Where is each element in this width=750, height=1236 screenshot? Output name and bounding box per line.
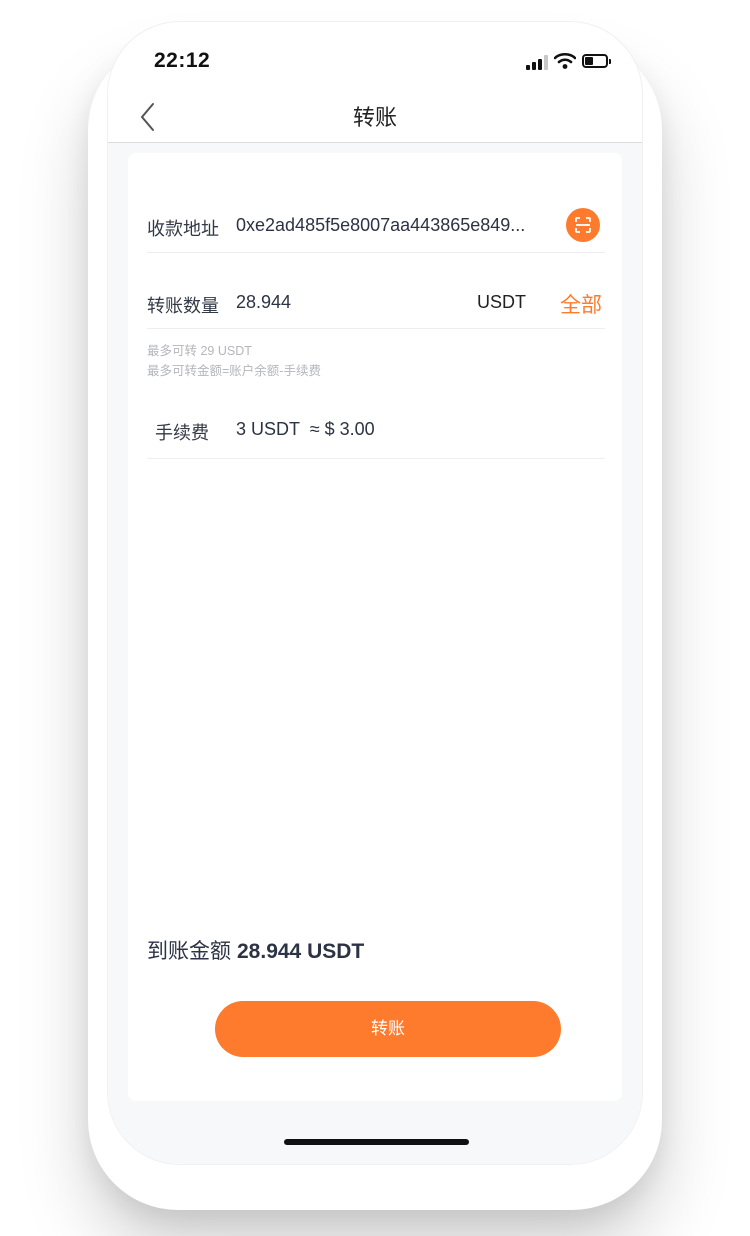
phone-frame: 22:12 转账 收款地址 0xe2ad485f5e8007aa443865e8… (108, 22, 642, 1164)
amount-input[interactable]: 28.944 (236, 292, 291, 313)
wifi-icon (554, 52, 576, 69)
transfer-formula-hint: 最多可转金额=账户余额-手续费 (147, 364, 321, 378)
address-input[interactable]: 0xe2ad485f5e8007aa443865e849... (236, 215, 525, 236)
scan-button[interactable] (566, 208, 600, 242)
amount-unit: USDT (477, 292, 526, 312)
fee-label: 手续费 (155, 423, 209, 443)
all-amount-button[interactable]: 全部 (560, 289, 602, 319)
scan-icon (575, 217, 591, 233)
battery-icon (582, 54, 611, 68)
amount-label: 转账数量 (147, 296, 219, 316)
page-title: 转账 (352, 105, 397, 130)
address-label: 收款地址 (147, 219, 219, 239)
transfer-submit-button[interactable]: 转账 (215, 1001, 561, 1057)
home-indicator (284, 1139, 469, 1145)
fee-row: 手续费 3 USDT ≈ $ 3.00 (147, 386, 605, 459)
transfer-form-card: 收款地址 0xe2ad485f5e8007aa443865e849... 转账数… (128, 153, 622, 1101)
status-time: 22:12 (154, 49, 211, 72)
fee-value: 3 USDT ≈ $ 3.00 (236, 419, 375, 439)
signal-icon (526, 55, 548, 70)
received-amount-value: 28.944 USDT (237, 940, 365, 963)
max-transfer-hint: 最多可转 29 USDT (147, 344, 252, 358)
address-row: 收款地址 0xe2ad485f5e8007aa443865e849... (147, 175, 605, 253)
amount-row: 转账数量 28.944 USDT 全部 (147, 252, 605, 329)
received-amount: 到账金额 28.944 USDT (147, 935, 364, 965)
received-amount-label: 到账金额 (147, 940, 231, 963)
navigation-bar: 转账 (108, 94, 642, 143)
status-bar: 22:12 (108, 22, 642, 102)
